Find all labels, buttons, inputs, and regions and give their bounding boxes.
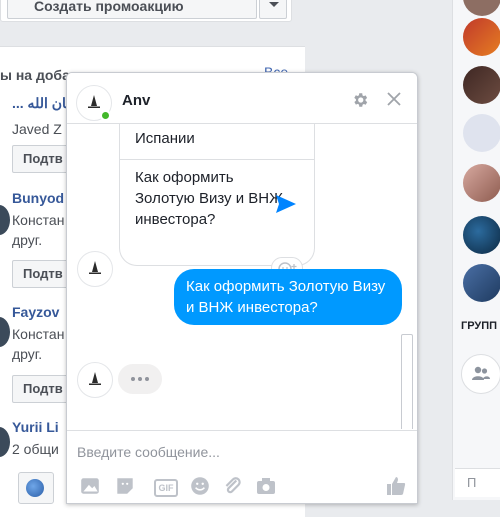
friend-request-mutual[interactable]: 2 общи xyxy=(12,439,59,459)
contacts-sidebar: ГРУПП П xyxy=(452,0,500,500)
bot-avatar[interactable] xyxy=(77,251,113,287)
friend-request-name[interactable]: Bunyod xyxy=(12,190,64,206)
gear-icon[interactable] xyxy=(351,91,369,109)
send-icon[interactable] xyxy=(275,194,297,214)
create-group-button[interactable] xyxy=(461,354,500,394)
create-group-icon xyxy=(472,366,490,380)
message-scrollbar[interactable] xyxy=(401,334,413,429)
camera-icon[interactable] xyxy=(255,475,277,497)
online-indicator xyxy=(100,110,111,121)
company-logo-icon xyxy=(89,372,101,385)
photo-icon[interactable] xyxy=(79,475,101,497)
sticker-icon[interactable] xyxy=(114,475,136,497)
groups-label: ГРУПП xyxy=(461,320,498,332)
friend-request-mutual[interactable]: Констан xyxy=(12,324,64,344)
bot-avatar[interactable] xyxy=(77,362,113,398)
friend-request-name[interactable]: Fayzov xyxy=(12,304,59,320)
contact-avatar[interactable] xyxy=(463,264,500,302)
message-composer: GIF xyxy=(67,430,417,503)
company-logo-icon xyxy=(89,261,101,274)
contacts-search[interactable]: П xyxy=(455,468,500,497)
create-promo-label: Создать промоакцию xyxy=(34,0,184,14)
confirm-label: Подтв xyxy=(23,266,63,281)
friend-avatar[interactable] xyxy=(0,205,10,235)
chat-header[interactable]: Anv xyxy=(67,73,417,124)
gif-icon[interactable]: GIF xyxy=(154,479,178,497)
bot-message-card: Испании Как оформить Золотую Визу и ВНЖ … xyxy=(119,124,315,266)
confirm-label: Подтв xyxy=(23,381,63,396)
company-logo-icon xyxy=(88,95,100,108)
friend-request-mutual-cont: друг. xyxy=(12,232,43,248)
friend-avatar[interactable] xyxy=(0,427,10,457)
globe-button[interactable] xyxy=(18,472,54,504)
globe-icon xyxy=(26,479,44,497)
contact-avatar[interactable] xyxy=(463,66,500,104)
chat-contact-name[interactable]: Anv xyxy=(122,92,150,109)
friend-request-mutual[interactable]: Javed Z xyxy=(12,119,62,139)
message-list: Испании Как оформить Золотую Визу и ВНЖ … xyxy=(67,124,417,429)
contact-avatar[interactable] xyxy=(463,0,500,16)
contact-avatar[interactable] xyxy=(463,18,500,56)
my-message-bubble[interactable]: Как оформить Золотую Визу и ВНЖ инвестор… xyxy=(174,269,402,325)
contacts-search-placeholder: П xyxy=(467,475,477,490)
contact-avatar[interactable] xyxy=(463,216,500,254)
typing-indicator xyxy=(118,364,162,394)
friend-avatar[interactable] xyxy=(0,317,10,347)
confirm-label: Подтв xyxy=(23,151,63,166)
friend-request-mutual-cont: друг. xyxy=(12,346,43,362)
friend-request-mutual[interactable]: Констан xyxy=(12,210,64,230)
card-previous-item: Испании xyxy=(120,124,314,160)
create-promo-button[interactable]: Создать промоакцию xyxy=(7,0,257,19)
promo-dropdown-button[interactable] xyxy=(259,0,287,19)
promo-box: Создать промоакцию xyxy=(0,0,292,22)
card-previous-text: Испании xyxy=(135,130,195,147)
chat-window: Anv Испании Как оформить Золотую Визу и … xyxy=(66,72,418,504)
like-icon[interactable] xyxy=(385,475,407,497)
emoji-icon[interactable] xyxy=(189,475,211,497)
attachment-icon[interactable] xyxy=(222,475,244,497)
contact-avatar[interactable] xyxy=(463,164,500,202)
message-input[interactable] xyxy=(77,441,397,463)
contact-avatar[interactable] xyxy=(463,114,500,152)
close-icon[interactable] xyxy=(386,91,402,107)
card-question-text[interactable]: Как оформить Золотую Визу и ВНЖ инвестор… xyxy=(135,167,285,230)
friend-request-name[interactable]: Yurii Li xyxy=(12,419,59,435)
